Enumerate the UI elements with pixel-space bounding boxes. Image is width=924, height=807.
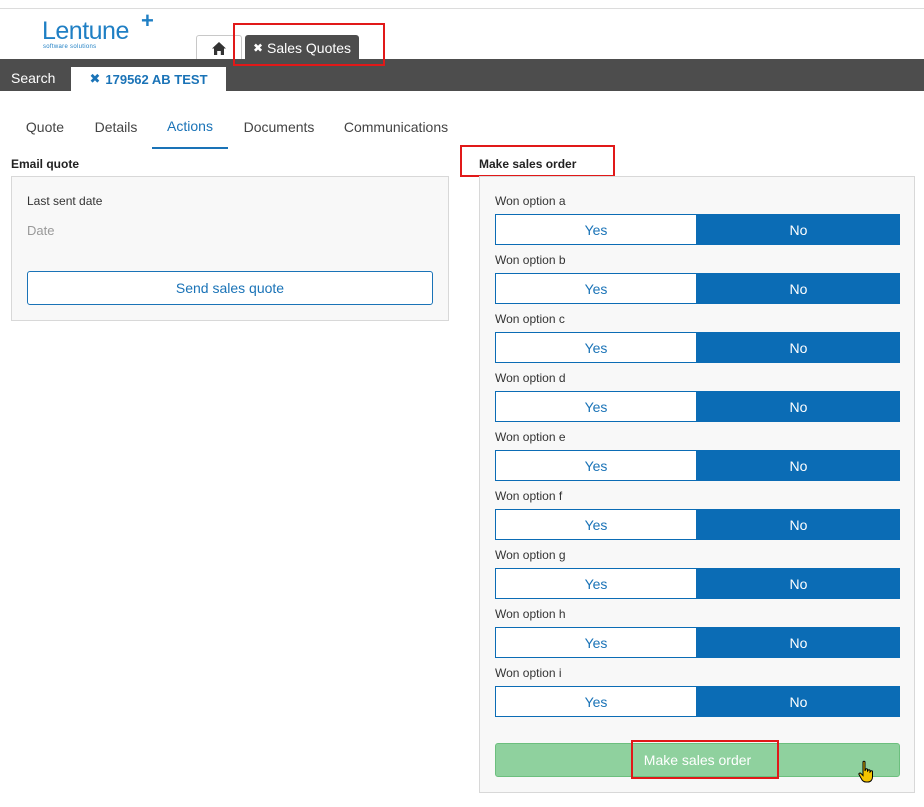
won-option-i-toggle: Yes No <box>495 686 900 717</box>
tab-documents[interactable]: Documents <box>240 105 318 149</box>
won-option-c-toggle: Yes No <box>495 332 900 363</box>
won-option-e-label: Won option e <box>495 430 566 444</box>
won-option-c-yes[interactable]: Yes <box>495 332 697 363</box>
won-option-b-label: Won option b <box>495 253 566 267</box>
won-option-b-yes[interactable]: Yes <box>495 273 697 304</box>
won-option-h-label: Won option h <box>495 607 566 621</box>
won-option-f-label: Won option f <box>495 489 563 503</box>
won-option-i-no[interactable]: No <box>697 686 900 717</box>
last-sent-date-value: Date <box>27 223 55 238</box>
email-quote-title: Email quote <box>11 157 80 171</box>
email-quote-panel: Last sent date Date Send sales quote <box>11 176 449 321</box>
won-option-g-toggle: Yes No <box>495 568 900 599</box>
won-option-i-label: Won option i <box>495 666 562 680</box>
sales-quotes-tab[interactable]: ✖ Sales Quotes <box>245 35 359 61</box>
won-option-g-yes[interactable]: Yes <box>495 568 697 599</box>
lentune-logo: Lentune + software solutions <box>42 10 172 56</box>
document-tab[interactable]: ✖ 179562 AB TEST <box>71 67 226 91</box>
won-option-h-no[interactable]: No <box>697 627 900 658</box>
won-option-a-no[interactable]: No <box>697 214 900 245</box>
won-option-g-label: Won option g <box>495 548 566 562</box>
logo-subtitle: software solutions <box>43 44 97 50</box>
won-option-d-yes[interactable]: Yes <box>495 391 697 422</box>
home-tab[interactable] <box>196 35 242 61</box>
won-option-e-no[interactable]: No <box>697 450 900 481</box>
won-option-b-toggle: Yes No <box>495 273 900 304</box>
won-option-e-toggle: Yes No <box>495 450 900 481</box>
won-option-a-yes[interactable]: Yes <box>495 214 697 245</box>
won-option-d-no[interactable]: No <box>697 391 900 422</box>
hand-cursor-icon <box>858 760 873 783</box>
tab-quote[interactable]: Quote <box>18 105 72 149</box>
make-sales-order-panel: Won option a Yes No Won option b Yes No … <box>479 176 915 793</box>
won-option-a-toggle: Yes No <box>495 214 900 245</box>
won-option-i-yes[interactable]: Yes <box>495 686 697 717</box>
send-sales-quote-button[interactable]: Send sales quote <box>27 271 433 305</box>
won-option-f-no[interactable]: No <box>697 509 900 540</box>
logo-text: Lentune <box>42 17 129 45</box>
won-option-d-toggle: Yes No <box>495 391 900 422</box>
won-option-h-yes[interactable]: Yes <box>495 627 697 658</box>
tab-communications[interactable]: Communications <box>342 105 450 149</box>
won-option-f-toggle: Yes No <box>495 509 900 540</box>
won-option-g-no[interactable]: No <box>697 568 900 599</box>
won-option-b-no[interactable]: No <box>697 273 900 304</box>
last-sent-date-label: Last sent date <box>27 194 103 208</box>
home-icon <box>212 42 226 55</box>
won-option-e-yes[interactable]: Yes <box>495 450 697 481</box>
document-tab-label: 179562 AB TEST <box>105 71 208 87</box>
tab-actions[interactable]: Actions <box>152 105 228 149</box>
close-icon[interactable]: ✖ <box>253 41 263 55</box>
search-tab[interactable]: Search <box>11 70 55 86</box>
top-divider <box>0 8 924 9</box>
logo-plus: + <box>141 8 154 33</box>
sales-quotes-tab-label: Sales Quotes <box>267 40 352 56</box>
make-sales-order-title: Make sales order <box>479 157 577 171</box>
make-sales-order-button[interactable]: Make sales order <box>495 743 900 777</box>
won-option-c-label: Won option c <box>495 312 565 326</box>
won-option-f-yes[interactable]: Yes <box>495 509 697 540</box>
close-icon[interactable]: ✖ <box>89 71 100 87</box>
tab-details[interactable]: Details <box>89 105 143 149</box>
won-option-d-label: Won option d <box>495 371 566 385</box>
won-option-h-toggle: Yes No <box>495 627 900 658</box>
won-option-c-no[interactable]: No <box>697 332 900 363</box>
won-option-a-label: Won option a <box>495 194 566 208</box>
